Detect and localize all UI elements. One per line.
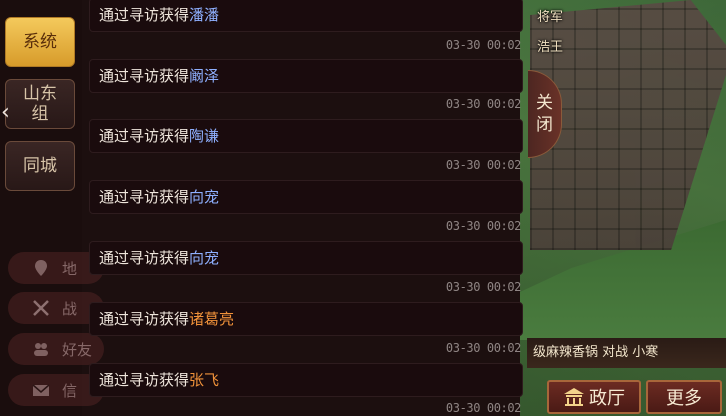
message-time: 03-30 00:02 [445,280,521,294]
message-text: 通过寻访获得 [99,310,190,328]
list-item: 通过寻访获得张飞 [89,363,523,397]
tab-shandong-group-label: 山东 组 [23,84,57,124]
close-label-1: 关 [536,93,553,113]
general-name[interactable]: 潘潘 [189,6,219,24]
general-name[interactable]: 阚泽 [189,67,219,85]
message-time: 03-30 00:02 [445,341,521,355]
message-time: 03-30 00:02 [445,38,521,52]
list-item: 通过寻访获得向宠 [89,241,523,275]
tab-same-city[interactable]: 同城 [5,141,75,191]
government-hall-button[interactable]: 政厅 [547,380,641,414]
message-text: 通过寻访获得 [99,67,190,85]
list-item: 通过寻访获得陶谦 [89,119,523,153]
tab-system[interactable]: 系统 [5,17,75,67]
ghost-nav-label: 地 [62,260,78,278]
ghost-nav-label: 信 [62,382,78,400]
ghost-nav-label: 战 [62,300,78,318]
list-item: 通过寻访获得向宠 [89,180,523,214]
message-time: 03-30 00:02 [445,97,521,111]
message-text: 通过寻访获得 [99,371,190,389]
message-time: 03-30 00:02 [445,219,521,233]
general-name[interactable]: 张飞 [189,371,219,389]
channel-tabs: 系统 山东 组 同城 ‹ 地 战 好友 信 [0,0,104,416]
map-pin-icon [35,260,47,276]
message-text: 通过寻访获得 [99,249,190,267]
general-name[interactable]: 向宠 [189,249,219,267]
palace-icon [564,388,584,406]
system-message-list[interactable]: 通过寻访获得潘潘 03-30 00:02 通过寻访获得阚泽 03-30 00:0… [89,0,525,416]
message-time: 03-30 00:02 [445,401,521,415]
list-item: 通过寻访获得潘潘 [89,0,523,32]
map-label-general: 将军 [537,10,564,25]
more-button[interactable]: 更多 [646,380,722,414]
chat-ticker[interactable]: 级麻辣香锅 对战 小寒 [527,338,726,368]
government-hall-label: 政厅 [589,388,625,409]
general-name[interactable]: 向宠 [189,188,219,206]
message-time: 03-30 00:02 [445,158,521,172]
mail-icon [32,384,50,396]
map-label-king: 浩王 [537,40,564,55]
close-label-2: 闭 [536,115,553,135]
general-name[interactable]: 陶谦 [189,127,219,145]
message-text: 通过寻访获得 [99,188,190,206]
tab-shandong-group[interactable]: 山东 组 [5,79,75,129]
friends-icon [34,343,48,356]
message-text: 通过寻访获得 [99,127,190,145]
list-item: 通过寻访获得诸葛亮 [89,302,523,336]
ghost-nav-label: 好友 [62,341,93,359]
crossed-swords-icon [33,300,49,316]
list-item: 通过寻访获得阚泽 [89,59,523,93]
message-text: 通过寻访获得 [99,6,190,24]
general-name[interactable]: 诸葛亮 [189,310,234,328]
back-arrow-icon[interactable]: ‹ [1,102,13,124]
